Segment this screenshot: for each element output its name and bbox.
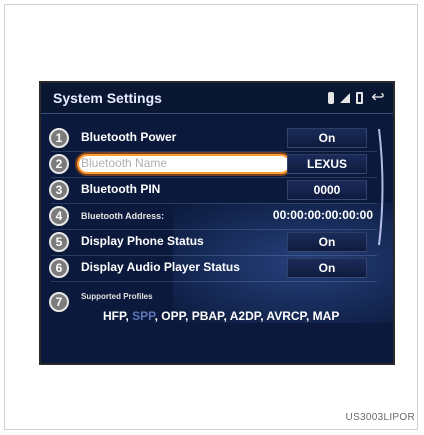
scroll-indicator[interactable] bbox=[377, 127, 385, 247]
item-number-badge: 6 bbox=[49, 258, 69, 278]
setting-row-bluetooth-pin[interactable]: 3 Bluetooth PIN 0000 bbox=[49, 177, 377, 204]
image-code: US3003LIPOR bbox=[345, 412, 415, 423]
signal-strength-icon bbox=[340, 93, 350, 103]
profiles-suffix: , OPP, PBAP, A2DP, AVRCP, MAP bbox=[154, 309, 340, 323]
setting-label: Bluetooth Name bbox=[81, 156, 168, 170]
setting-label: Display Phone Status bbox=[81, 234, 204, 248]
setting-label: Display Audio Player Status bbox=[81, 260, 240, 274]
setting-value: On bbox=[318, 261, 336, 275]
scroll-arc-icon bbox=[378, 128, 384, 246]
item-number-badge: 5 bbox=[49, 232, 69, 252]
setting-row-display-phone-status[interactable]: 5 Display Phone Status On bbox=[49, 229, 377, 256]
bluetooth-icon bbox=[328, 92, 334, 104]
setting-value: LEXUS bbox=[306, 157, 347, 171]
setting-label: Bluetooth Address: bbox=[81, 211, 165, 221]
page-title: System Settings bbox=[53, 90, 162, 106]
value-box[interactable]: 0000 bbox=[287, 180, 367, 200]
value-box[interactable]: On bbox=[287, 128, 367, 148]
setting-row-bluetooth-name[interactable]: 2 Bluetooth Name LEXUS bbox=[49, 151, 377, 178]
header-bar: System Settings ↩ bbox=[41, 83, 393, 114]
item-number-badge: 3 bbox=[49, 180, 69, 200]
profiles-dimmed: SPP bbox=[132, 309, 155, 323]
supported-profiles-label: Supported Profiles bbox=[81, 292, 153, 301]
item-number-badge: 1 bbox=[49, 128, 69, 148]
value-box[interactable]: On bbox=[287, 258, 367, 278]
setting-value: 0000 bbox=[313, 183, 341, 197]
battery-icon bbox=[356, 92, 363, 104]
status-icons bbox=[328, 92, 363, 104]
setting-label: Bluetooth PIN bbox=[81, 182, 161, 196]
item-number-badge: 2 bbox=[49, 154, 69, 174]
setting-row-display-audio-player-status[interactable]: 6 Display Audio Player Status On bbox=[49, 255, 377, 282]
setting-value: On bbox=[318, 235, 336, 249]
setting-value: On bbox=[318, 131, 336, 145]
back-icon[interactable]: ↩ bbox=[369, 89, 387, 107]
value-box[interactable]: LEXUS bbox=[287, 154, 367, 174]
value-box[interactable]: On bbox=[287, 232, 367, 252]
setting-value: 00:00:00:00:00:00 bbox=[272, 208, 373, 222]
profiles-prefix: HFP, bbox=[103, 309, 133, 323]
display-screen: System Settings ↩ 1 Bluetooth Power On 2… bbox=[39, 81, 395, 365]
setting-row-bluetooth-address: 4 Bluetooth Address: 00:00:00:00:00:00 bbox=[49, 203, 377, 230]
item-number-badge: 4 bbox=[49, 206, 69, 226]
setting-row-bluetooth-power[interactable]: 1 Bluetooth Power On bbox=[49, 125, 377, 152]
item-number-badge: 7 bbox=[49, 292, 69, 312]
supported-profiles: 7 Supported Profiles HFP, SPP, OPP, PBAP… bbox=[49, 289, 377, 341]
supported-profiles-value: HFP, SPP, OPP, PBAP, A2DP, AVRCP, MAP bbox=[103, 309, 339, 323]
setting-label: Bluetooth Power bbox=[81, 130, 177, 144]
image-frame: System Settings ↩ 1 Bluetooth Power On 2… bbox=[4, 4, 418, 430]
